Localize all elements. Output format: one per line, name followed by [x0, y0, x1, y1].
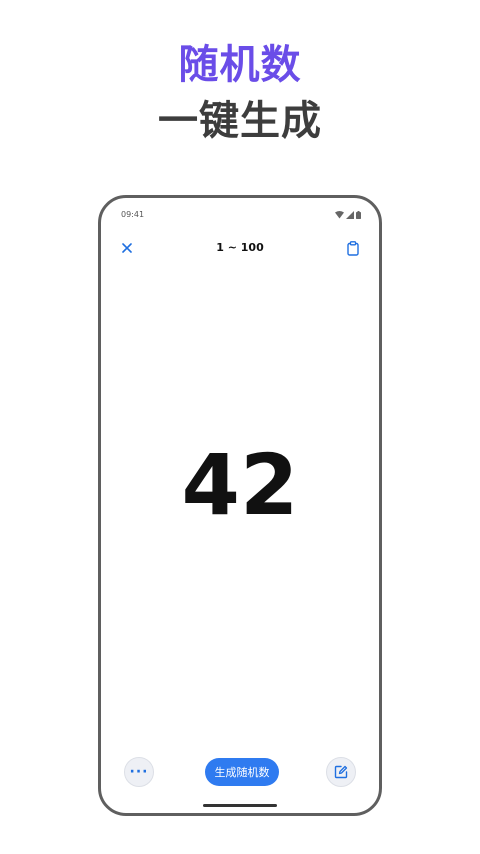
- wifi-icon: [335, 211, 344, 219]
- more-icon: ···: [129, 764, 149, 780]
- edit-button[interactable]: [326, 757, 356, 787]
- copy-button[interactable]: [345, 239, 361, 257]
- signal-icon: [346, 211, 354, 219]
- generate-random-button[interactable]: 生成随机数: [205, 758, 279, 786]
- more-button[interactable]: ···: [124, 757, 154, 787]
- battery-icon: [356, 211, 361, 219]
- status-icons: [335, 211, 361, 219]
- range-title[interactable]: 1 ~ 100: [101, 241, 379, 254]
- phone-frame: 09:41 1 ~ 100 42 ··· 生成随机数: [98, 195, 382, 816]
- clipboard-icon: [347, 240, 359, 256]
- edit-icon: [334, 765, 348, 779]
- home-indicator[interactable]: [203, 804, 277, 807]
- promo-headline-secondary: 一键生成: [158, 98, 322, 144]
- status-bar: 09:41: [101, 210, 379, 224]
- promo-headline-primary: 随机数: [178, 42, 302, 88]
- random-result-number: 42: [181, 436, 299, 534]
- status-time: 09:41: [121, 210, 145, 219]
- app-header: 1 ~ 100: [101, 238, 379, 260]
